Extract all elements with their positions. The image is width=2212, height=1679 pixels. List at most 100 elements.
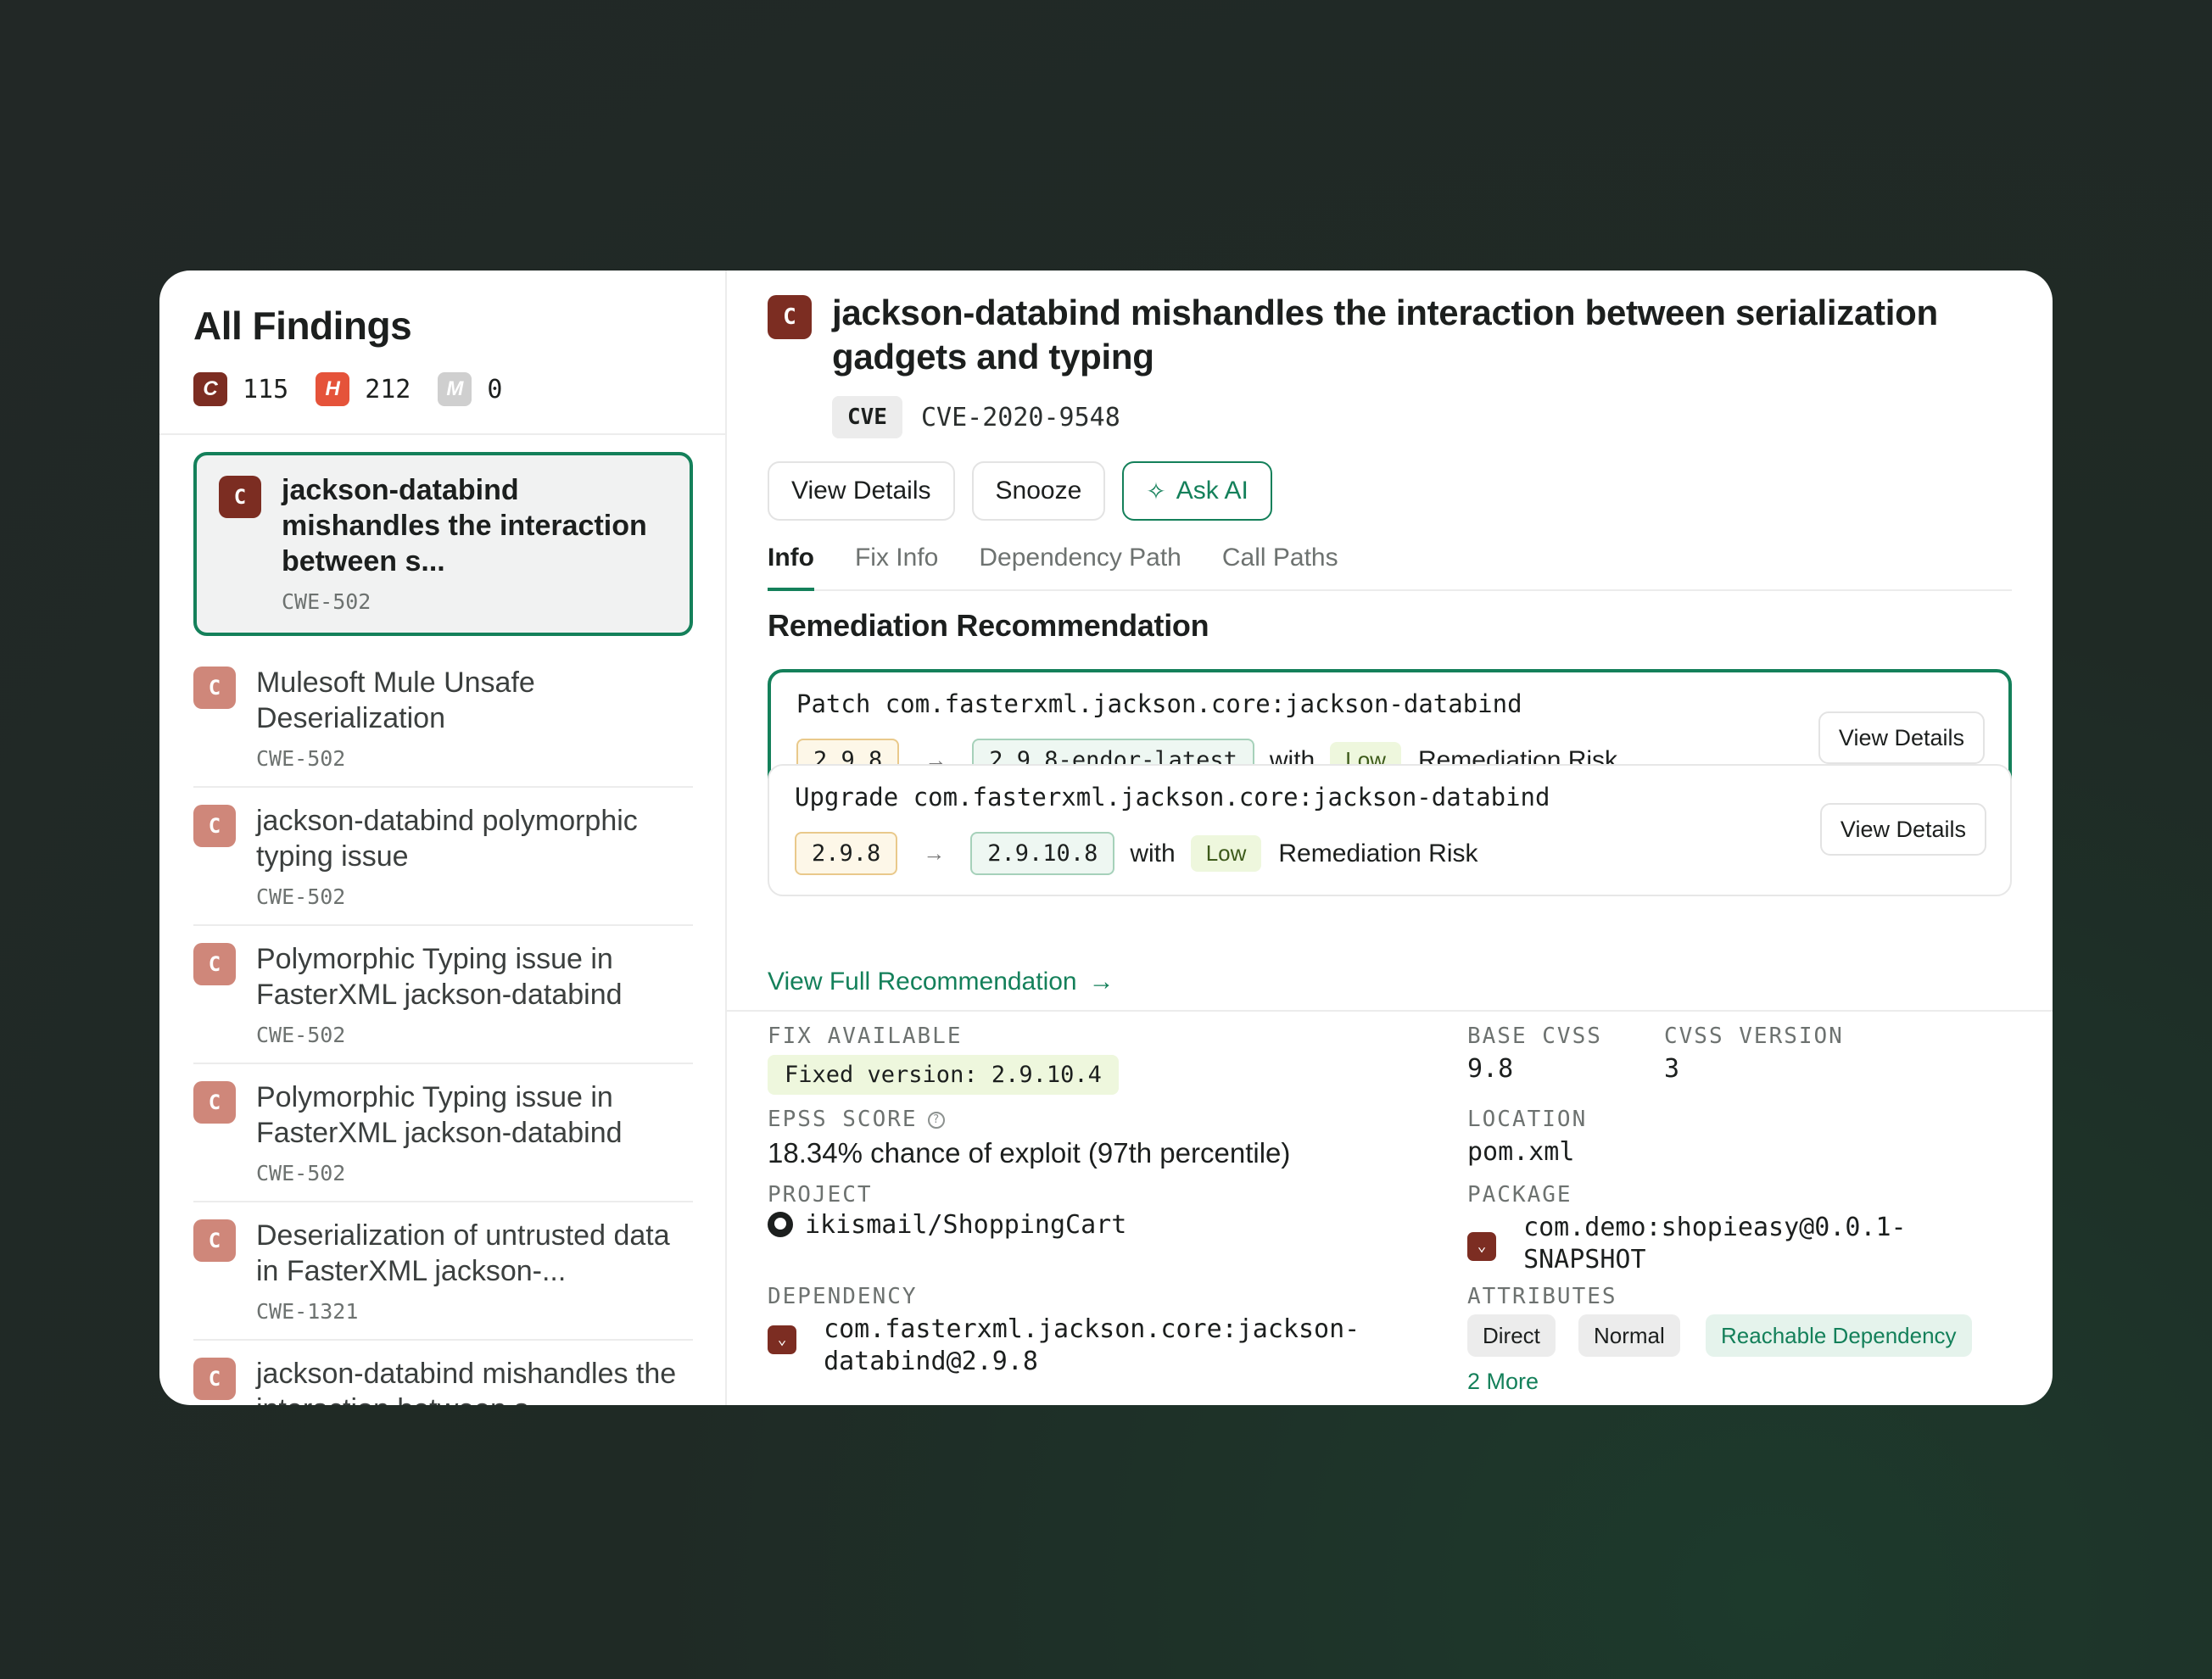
view-details-button[interactable]: View Details <box>1819 803 1986 856</box>
finding-title: jackson-databind mishandles the interact… <box>282 474 647 577</box>
section-title: Remediation Recommendation <box>768 608 1209 643</box>
finding-detail: C jackson-databind mishandles the intera… <box>727 271 2053 1405</box>
finding-list: C jackson-databind mishandles the intera… <box>193 452 693 1405</box>
critical-severity-icon: C <box>219 476 261 518</box>
finding-cwe: CWE-502 <box>256 746 346 771</box>
dependency-text: com.fasterxml.jackson.core:jackson- data… <box>824 1314 1360 1378</box>
attributes-label: ATTRIBUTES <box>1467 1284 1617 1309</box>
finding-item[interactable]: C Deserialization of untrusted data in F… <box>193 1202 693 1341</box>
package-label: PACKAGE <box>1467 1182 1572 1208</box>
fixed-version-badge: Fixed version: 2.9.10.4 <box>768 1055 1119 1095</box>
view-full-recommendation-label: View Full Recommendation <box>768 968 1077 996</box>
dependency-value[interactable]: ⌄ com.fasterxml.jackson.core:jackson- da… <box>768 1314 1360 1378</box>
recommendation-heading: Upgrade com.fasterxml.jackson.core:jacks… <box>795 783 1550 812</box>
cve-row: CVE CVE-2020-9548 <box>832 396 1120 438</box>
high-count: 212 <box>365 374 411 404</box>
finding-item[interactable]: C Polymorphic Typing issue in FasterXML … <box>193 926 693 1064</box>
arrow-right-icon: → <box>923 840 946 866</box>
snooze-button[interactable]: Snooze <box>971 461 1106 521</box>
recommendation-action: Patch <box>796 689 871 718</box>
current-version: 2.9.8 <box>795 832 898 875</box>
ask-ai-label: Ask AI <box>1176 477 1248 505</box>
divider <box>727 1010 2053 1012</box>
finding-item[interactable]: C jackson-databind polymorphic typing is… <box>193 788 693 926</box>
fix-available-label: FIX AVAILABLE <box>768 1024 963 1049</box>
dependency-label: DEPENDENCY <box>768 1284 918 1309</box>
cve-id[interactable]: CVE-2020-9548 <box>921 403 1120 432</box>
package-line-1: com.demo:shopieasy@0.0.1- <box>1523 1213 1907 1242</box>
dependency-line-1: com.fasterxml.jackson.core:jackson- <box>824 1314 1360 1344</box>
recommendation-action: Upgrade <box>795 783 899 812</box>
attribute-chip-normal: Normal <box>1578 1314 1680 1357</box>
maven-package-icon: ⌄ <box>768 1325 796 1354</box>
recommendation-package: com.fasterxml.jackson.core:jackson-datab… <box>885 689 1522 718</box>
finding-cwe: CWE-502 <box>256 1023 346 1047</box>
finding-title: jackson-databind mishandles the interact… <box>256 1358 677 1405</box>
view-details-button[interactable]: View Details <box>1818 711 1985 764</box>
critical-severity-icon: C <box>193 372 227 406</box>
recommendation-package: com.fasterxml.jackson.core:jackson-datab… <box>913 783 1550 812</box>
epss-score-value: 18.34% chance of exploit (97th percentil… <box>768 1137 1291 1169</box>
critical-severity-icon: C <box>193 1219 236 1262</box>
help-icon[interactable]: ? <box>927 1111 945 1129</box>
view-details-button[interactable]: View Details <box>768 461 955 521</box>
project-label: PROJECT <box>768 1182 873 1208</box>
finding-item[interactable]: C Mulesoft Mule Unsafe Deserialization C… <box>193 650 693 788</box>
sparkle-icon: ✧ <box>1146 477 1166 505</box>
epss-score-label-text: EPSS SCORE <box>768 1107 918 1132</box>
findings-window: All Findings C 115 H 212 M 0 C jackson-d… <box>159 271 2053 1405</box>
project-value[interactable]: ikismail/ShoppingCart <box>768 1210 1126 1240</box>
finding-cwe: CWE-1321 <box>256 1299 359 1324</box>
finding-cwe: CWE-502 <box>282 589 371 614</box>
critical-severity-icon: C <box>193 943 236 985</box>
package-value[interactable]: ⌄ com.demo:shopieasy@0.0.1- SNAPSHOT <box>1467 1212 1907 1276</box>
location-label: LOCATION <box>1467 1107 1588 1132</box>
view-full-recommendation-link[interactable]: View Full Recommendation → <box>768 968 1114 996</box>
risk-level-badge: Low <box>1190 835 1262 872</box>
base-cvss-label: BASE CVSS <box>1467 1024 1602 1049</box>
finding-cwe: CWE-502 <box>256 1161 346 1185</box>
critical-severity-icon: C <box>193 1358 236 1400</box>
arrow-right-icon: → <box>1088 968 1114 996</box>
finding-title: Mulesoft Mule Unsafe Deserialization <box>256 667 535 734</box>
severity-summary: C 115 H 212 M 0 <box>193 372 529 406</box>
finding-title: jackson-databind polymorphic typing issu… <box>256 805 638 873</box>
medium-count: 0 <box>487 374 503 404</box>
finding-item-selected[interactable]: C jackson-databind mishandles the intera… <box>193 452 693 636</box>
finding-title: Polymorphic Typing issue in FasterXML ja… <box>256 1081 623 1149</box>
cvss-version-label: CVSS VERSION <box>1664 1024 1844 1049</box>
findings-sidebar: All Findings C 115 H 212 M 0 C jackson-d… <box>159 271 727 1405</box>
recommendation-versions: 2.9.8 → 2.9.10.8 with Low Remediation Ri… <box>795 832 1477 875</box>
tab-dependency-path[interactable]: Dependency Path <box>979 538 1181 589</box>
ask-ai-button[interactable]: ✧ Ask AI <box>1122 461 1272 521</box>
more-attributes-link[interactable]: 2 More <box>1467 1369 1539 1395</box>
recommendation-heading: Patch com.fasterxml.jackson.core:jackson… <box>796 689 1522 718</box>
tab-info[interactable]: Info <box>768 538 814 591</box>
tab-call-paths[interactable]: Call Paths <box>1222 538 1338 589</box>
maven-package-icon: ⌄ <box>1467 1232 1496 1261</box>
epss-score-label: EPSS SCORE? <box>768 1107 945 1132</box>
cve-tag: CVE <box>832 396 902 438</box>
with-text: with <box>1130 839 1176 867</box>
recommendation-card-upgrade: Upgrade com.fasterxml.jackson.core:jacks… <box>768 764 2012 896</box>
sidebar-title: All Findings <box>193 304 412 348</box>
dependency-line-2: databind@2.9.8 <box>824 1347 1038 1376</box>
finding-cwe: CWE-502 <box>256 884 346 909</box>
target-version: 2.9.10.8 <box>970 832 1115 875</box>
risk-text: Remediation Risk <box>1278 839 1478 867</box>
detail-tabs: Info Fix Info Dependency Path Call Paths <box>768 538 2012 591</box>
finding-title: Deserialization of untrusted data in Fas… <box>256 1219 670 1287</box>
action-bar: View Details Snooze ✧ Ask AI <box>768 461 1272 521</box>
attribute-chip-direct: Direct <box>1467 1314 1556 1357</box>
critical-severity-icon: C <box>193 667 236 709</box>
finding-title: Polymorphic Typing issue in FasterXML ja… <box>256 943 623 1011</box>
critical-count: 115 <box>243 374 289 404</box>
finding-item[interactable]: C jackson-databind mishandles the intera… <box>193 1341 693 1405</box>
critical-severity-icon: C <box>193 1081 236 1124</box>
tab-fix-info[interactable]: Fix Info <box>855 538 938 589</box>
finding-item[interactable]: C Polymorphic Typing issue in FasterXML … <box>193 1064 693 1202</box>
medium-severity-icon: M <box>438 372 472 406</box>
high-severity-icon: H <box>316 372 350 406</box>
package-text: com.demo:shopieasy@0.0.1- SNAPSHOT <box>1523 1212 1907 1276</box>
finding-detail-title: jackson-databind mishandles the interact… <box>832 293 1938 377</box>
